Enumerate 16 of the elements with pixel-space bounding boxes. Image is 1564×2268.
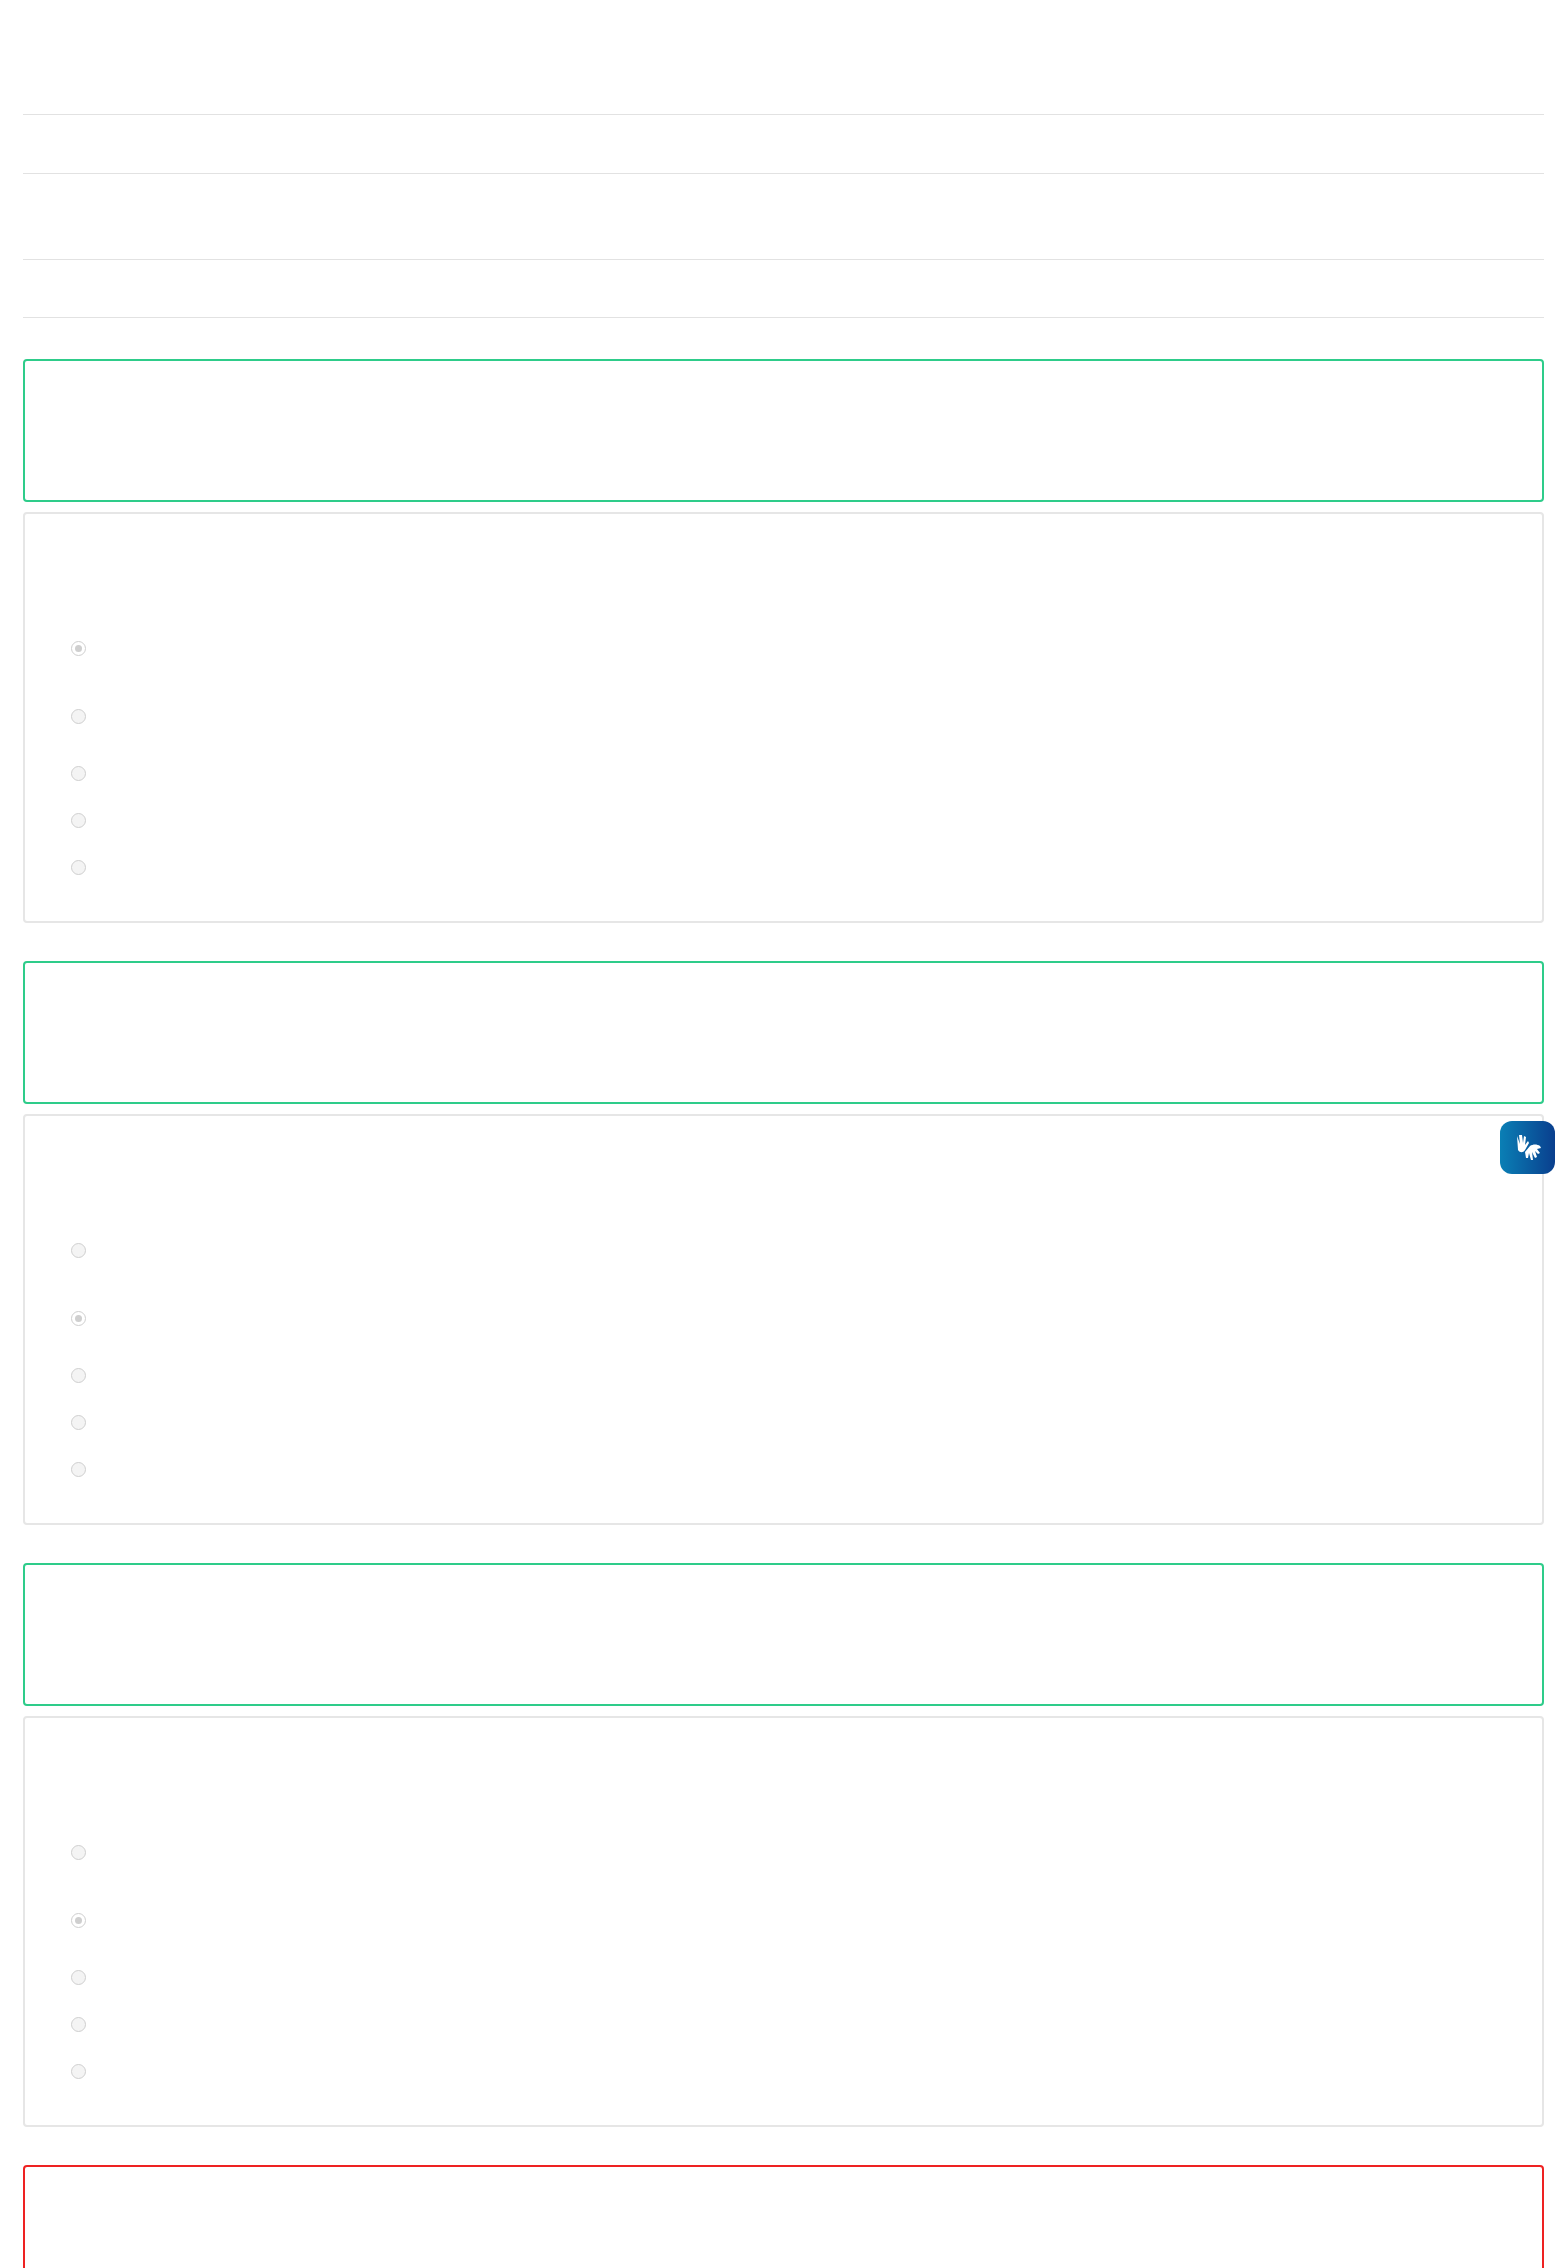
radio-button[interactable] — [71, 1844, 86, 1860]
radio-button[interactable] — [71, 1970, 86, 1985]
radio-button[interactable] — [71, 2064, 86, 2079]
radio-button[interactable] — [71, 1415, 86, 1430]
radio-button[interactable] — [71, 708, 86, 724]
radio-button[interactable] — [71, 813, 86, 828]
radio-button[interactable] — [71, 1912, 86, 1928]
radio-button[interactable] — [71, 766, 86, 781]
radio-button[interactable] — [71, 1462, 86, 1477]
radio-button[interactable] — [71, 640, 86, 656]
radio-button[interactable] — [71, 1368, 86, 1383]
radio-button[interactable] — [71, 1310, 86, 1326]
radio-button[interactable] — [71, 860, 86, 875]
radio-button[interactable] — [71, 2017, 86, 2032]
radio-button[interactable] — [71, 1242, 86, 1258]
accessibility-button[interactable] — [1500, 1121, 1555, 1174]
